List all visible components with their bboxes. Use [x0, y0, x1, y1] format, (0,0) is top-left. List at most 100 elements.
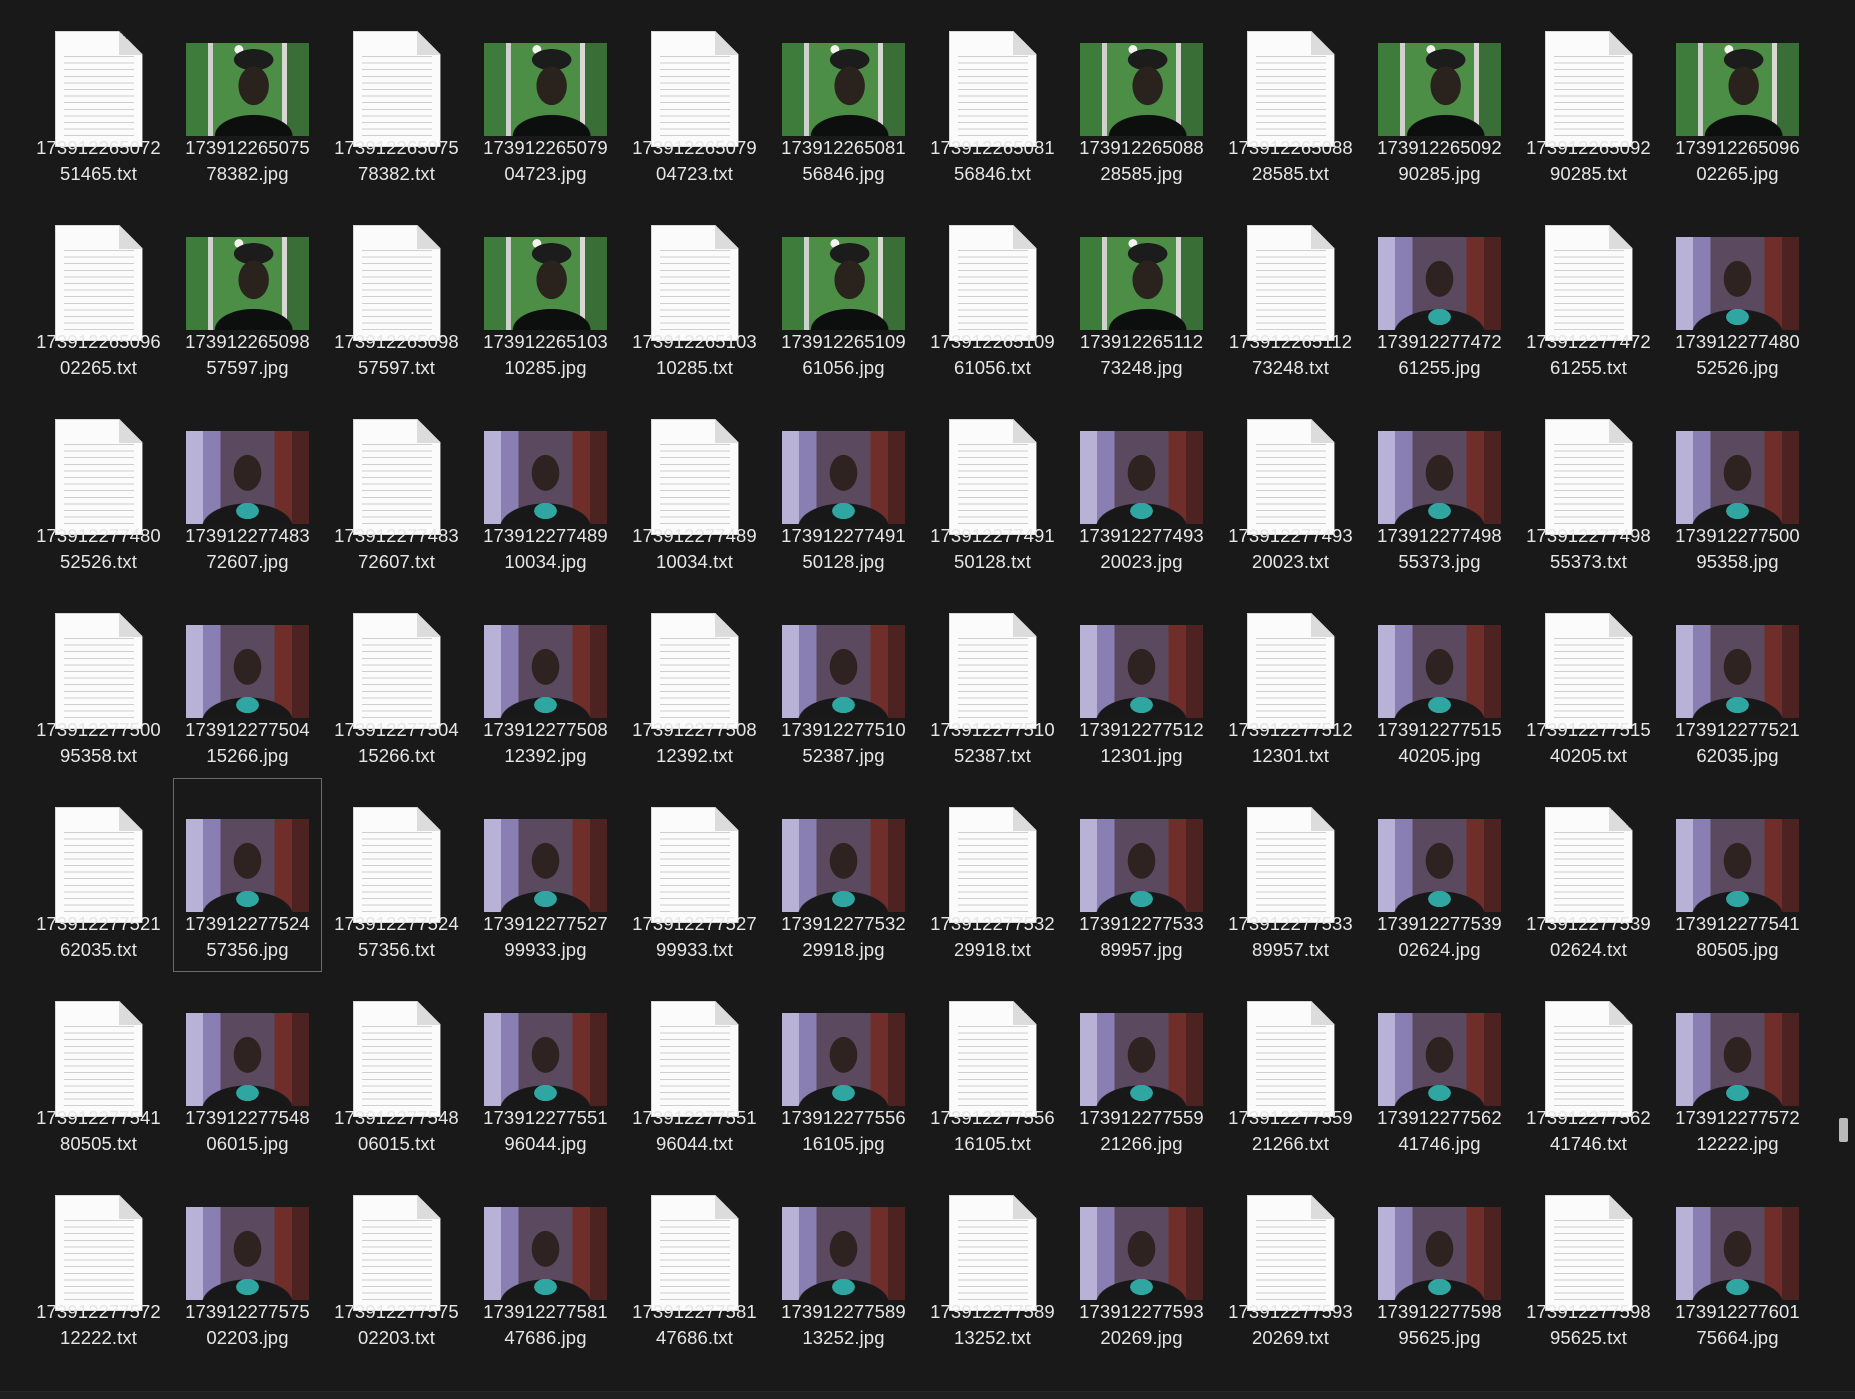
file-item-jpg[interactable]: 173912265079 04723.jpg: [471, 2, 620, 196]
file-item-jpg[interactable]: 173912277532 29918.jpg: [769, 778, 918, 972]
file-thumbnail: [1664, 995, 1811, 1123]
file-item-txt[interactable]: 173912265072 51465.txt: [24, 2, 173, 196]
file-item-jpg[interactable]: 173912277551 96044.jpg: [471, 972, 620, 1166]
file-item-txt[interactable]: 173912277527 99933.txt: [620, 778, 769, 972]
file-item-jpg[interactable]: 173912277556 16105.jpg: [769, 972, 918, 1166]
file-item-txt[interactable]: 173912265103 10285.txt: [620, 196, 769, 390]
file-item-txt[interactable]: 173912265075 78382.txt: [322, 2, 471, 196]
file-item-txt[interactable]: 173912265096 02265.txt: [24, 196, 173, 390]
file-item-txt[interactable]: 173912277539 02624.txt: [1514, 778, 1663, 972]
file-name-label: 173912265072 51465.txt: [36, 137, 161, 184]
file-item-jpg[interactable]: 173912277548 06015.jpg: [173, 972, 322, 1166]
file-item-txt[interactable]: 173912277551 96044.txt: [620, 972, 769, 1166]
file-item-txt[interactable]: 173912265079 04723.txt: [620, 2, 769, 196]
file-thumbnail: [1366, 413, 1513, 541]
file-item-jpg[interactable]: 173912277491 50128.jpg: [769, 390, 918, 584]
file-item-jpg[interactable]: 173912277581 47686.jpg: [471, 1166, 620, 1360]
file-item-txt[interactable]: 173912277575 02203.txt: [322, 1166, 471, 1360]
file-item-txt[interactable]: 173912277515 40205.txt: [1514, 584, 1663, 778]
file-item-jpg[interactable]: 173912277504 15266.jpg: [173, 584, 322, 778]
image-thumbnail: [484, 624, 607, 718]
file-item-jpg[interactable]: 173912277539 02624.jpg: [1365, 778, 1514, 972]
file-item-txt[interactable]: 173912277598 95625.txt: [1514, 1166, 1663, 1360]
file-item-jpg[interactable]: 173912277533 89957.jpg: [1067, 778, 1216, 972]
file-item-txt[interactable]: 173912277521 62035.txt: [24, 778, 173, 972]
file-thumbnail: [1068, 995, 1215, 1123]
file-item-txt[interactable]: 173912277500 95358.txt: [24, 584, 173, 778]
file-item-jpg[interactable]: 173912277500 95358.jpg: [1663, 390, 1812, 584]
file-item-jpg[interactable]: 173912265092 90285.jpg: [1365, 2, 1514, 196]
file-item-jpg[interactable]: 173912277521 62035.jpg: [1663, 584, 1812, 778]
file-name-label: 173912277489 10034.txt: [632, 525, 757, 572]
file-item-jpg[interactable]: 173912277493 20023.jpg: [1067, 390, 1216, 584]
file-item-txt[interactable]: 173912277562 41746.txt: [1514, 972, 1663, 1166]
file-item-txt[interactable]: 173912277489 10034.txt: [620, 390, 769, 584]
file-item-jpg[interactable]: 173912277541 80505.jpg: [1663, 778, 1812, 972]
file-item-jpg[interactable]: 173912277572 12222.jpg: [1663, 972, 1812, 1166]
file-item-jpg[interactable]: 173912277559 21266.jpg: [1067, 972, 1216, 1166]
file-item-txt[interactable]: 173912277493 20023.txt: [1216, 390, 1365, 584]
file-item-jpg[interactable]: 173912277515 40205.jpg: [1365, 584, 1514, 778]
file-item-txt[interactable]: 173912277508 12392.txt: [620, 584, 769, 778]
file-item-jpg[interactable]: 173912265103 10285.jpg: [471, 196, 620, 390]
file-item-txt[interactable]: 173912265109 61056.txt: [918, 196, 1067, 390]
file-item-jpg[interactable]: 173912277498 55373.jpg: [1365, 390, 1514, 584]
file-item-txt[interactable]: 173912277504 15266.txt: [322, 584, 471, 778]
file-item-jpg[interactable]: 173912277489 10034.jpg: [471, 390, 620, 584]
file-item-txt[interactable]: 173912277593 20269.txt: [1216, 1166, 1365, 1360]
file-item-txt[interactable]: 173912277533 89957.txt: [1216, 778, 1365, 972]
file-item-txt[interactable]: 173912277512 12301.txt: [1216, 584, 1365, 778]
file-item-txt[interactable]: 173912277524 57356.txt: [322, 778, 471, 972]
scrollbar-thumb[interactable]: [1839, 1118, 1848, 1142]
file-thumbnail: [25, 25, 172, 153]
file-item-txt[interactable]: 173912277498 55373.txt: [1514, 390, 1663, 584]
file-item-jpg[interactable]: 173912277480 52526.jpg: [1663, 196, 1812, 390]
file-item-jpg[interactable]: 173912265081 56846.jpg: [769, 2, 918, 196]
file-item-txt[interactable]: 173912265081 56846.txt: [918, 2, 1067, 196]
file-item-txt[interactable]: 173912277541 80505.txt: [24, 972, 173, 1166]
file-item-jpg[interactable]: 173912265098 57597.jpg: [173, 196, 322, 390]
file-item-txt[interactable]: 173912277532 29918.txt: [918, 778, 1067, 972]
file-item-txt[interactable]: 173912265088 28585.txt: [1216, 2, 1365, 196]
file-item-txt[interactable]: 173912277472 61255.txt: [1514, 196, 1663, 390]
file-item-jpg[interactable]: 173912277598 95625.jpg: [1365, 1166, 1514, 1360]
file-item-jpg[interactable]: 173912277589 13252.jpg: [769, 1166, 918, 1360]
file-item-jpg[interactable]: 173912277483 72607.jpg: [173, 390, 322, 584]
file-name-label: 173912277533 89957.txt: [1228, 913, 1353, 960]
file-item-txt[interactable]: 173912277572 12222.txt: [24, 1166, 173, 1360]
file-item-jpg[interactable]: 173912277508 12392.jpg: [471, 584, 620, 778]
file-item-jpg[interactable]: 173912277601 75664.jpg: [1663, 1166, 1812, 1360]
file-item-txt[interactable]: 173912265092 90285.txt: [1514, 2, 1663, 196]
file-item-jpg[interactable]: 173912277524 57356.jpg: [173, 778, 322, 972]
file-item-txt[interactable]: 173912277589 13252.txt: [918, 1166, 1067, 1360]
file-icon-view[interactable]: ...21443.txt...92075.jpg...92075.txt...3…: [0, 0, 1855, 1399]
file-item-txt[interactable]: 173912277483 72607.txt: [322, 390, 471, 584]
file-item-txt[interactable]: 173912265098 57597.txt: [322, 196, 471, 390]
file-item-jpg[interactable]: 173912265109 61056.jpg: [769, 196, 918, 390]
file-item-txt[interactable]: 173912277510 52387.txt: [918, 584, 1067, 778]
file-item-jpg[interactable]: 173912277593 20269.jpg: [1067, 1166, 1216, 1360]
image-thumbnail: [1378, 430, 1501, 524]
file-name-label: 173912277556 16105.jpg: [781, 1107, 906, 1154]
file-item-txt[interactable]: 173912277581 47686.txt: [620, 1166, 769, 1360]
file-item-jpg[interactable]: 173912265096 02265.jpg: [1663, 2, 1812, 196]
file-item-jpg[interactable]: 173912277575 02203.jpg: [173, 1166, 322, 1360]
file-item-jpg[interactable]: 173912265075 78382.jpg: [173, 2, 322, 196]
file-item-jpg[interactable]: 173912277510 52387.jpg: [769, 584, 918, 778]
file-item-jpg[interactable]: 173912265088 28585.jpg: [1067, 2, 1216, 196]
file-item-jpg[interactable]: 173912277527 99933.jpg: [471, 778, 620, 972]
file-item-txt[interactable]: 173912277480 52526.txt: [24, 390, 173, 584]
file-item-jpg[interactable]: 173912277562 41746.jpg: [1365, 972, 1514, 1166]
file-item-txt[interactable]: 173912265112 73248.txt: [1216, 196, 1365, 390]
file-item-jpg[interactable]: 173912265112 73248.jpg: [1067, 196, 1216, 390]
image-thumbnail: [1676, 1206, 1799, 1300]
file-item-jpg[interactable]: 173912277512 12301.jpg: [1067, 584, 1216, 778]
file-item-txt[interactable]: 173912277559 21266.txt: [1216, 972, 1365, 1166]
vertical-scrollbar[interactable]: [1833, 0, 1851, 1399]
file-item-txt[interactable]: 173912277556 16105.txt: [918, 972, 1067, 1166]
file-item-txt[interactable]: 173912277548 06015.txt: [322, 972, 471, 1166]
file-item-txt[interactable]: 173912277491 50128.txt: [918, 390, 1067, 584]
file-item-jpg[interactable]: 173912277472 61255.jpg: [1365, 196, 1514, 390]
file-thumbnail: [919, 413, 1066, 541]
file-thumbnail: [621, 801, 768, 929]
